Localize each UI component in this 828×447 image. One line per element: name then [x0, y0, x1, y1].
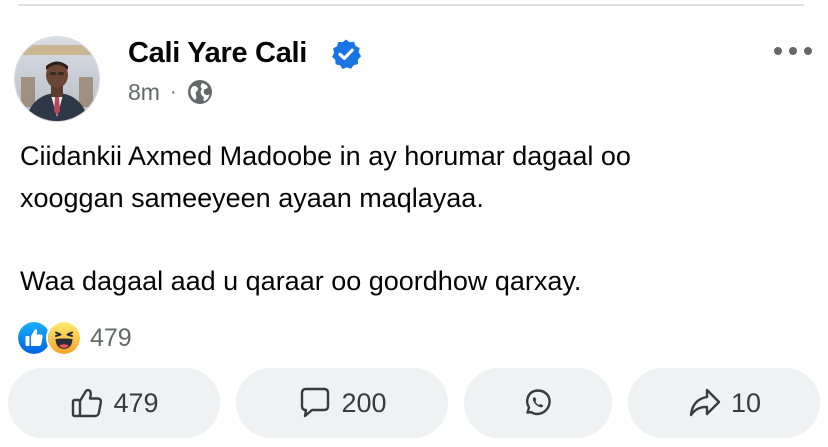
ellipsis-dot	[804, 47, 812, 55]
post-text-line: Ciidankii Axmed Madoobe in ay horumar da…	[20, 141, 631, 171]
reactions-count: 479	[90, 323, 132, 352]
ellipsis-dot	[774, 47, 782, 55]
top-divider	[18, 4, 804, 6]
haha-reaction-icon	[46, 320, 82, 356]
ellipsis-dot	[789, 47, 797, 55]
author-name[interactable]: Cali Yare Cali	[128, 34, 307, 72]
thumbs-up-icon	[72, 388, 103, 418]
share-button[interactable]: 10	[628, 368, 820, 438]
avatar-photo	[15, 37, 99, 121]
comment-count: 200	[341, 387, 387, 418]
facebook-post: Cali Yare Cali 8m · Ciidankii Axmed Mado…	[0, 0, 828, 447]
ellipsis-icon[interactable]	[774, 38, 812, 64]
whatsapp-share-button[interactable]	[464, 368, 612, 438]
post-timestamp[interactable]: 8m	[128, 79, 160, 106]
comment-button[interactable]: 200	[236, 368, 448, 438]
post-text-line: xooggan sameeyeen ayaan maqlayaa.	[20, 183, 484, 213]
share-icon	[689, 388, 721, 417]
reactions-summary[interactable]: 479	[16, 320, 132, 356]
whatsapp-icon	[525, 389, 551, 416]
post-meta: 8m ·	[128, 77, 213, 107]
author-avatar[interactable]	[15, 37, 99, 121]
post-text-line: Waa dagaal aad u qaraar oo goordhow qarx…	[20, 266, 582, 296]
like-count: 479	[113, 387, 159, 418]
comment-icon	[301, 387, 330, 418]
globe-icon[interactable]	[187, 79, 213, 105]
share-count: 10	[730, 387, 762, 418]
verified-badge-icon	[332, 39, 361, 69]
meta-separator: ·	[169, 80, 177, 103]
like-button[interactable]: 479	[8, 368, 220, 438]
